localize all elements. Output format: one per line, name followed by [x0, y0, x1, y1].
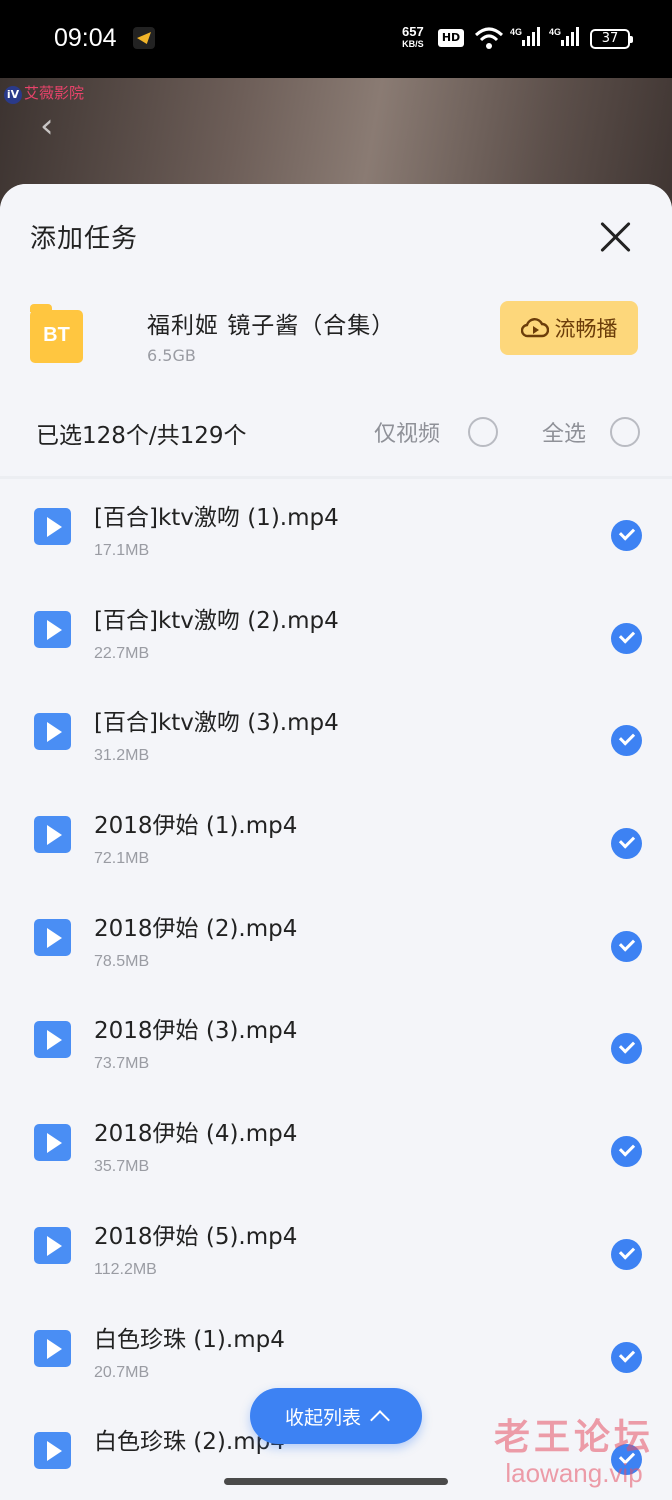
- sheet-title: 添加任务: [30, 224, 139, 254]
- task-name: 福利姬 镜子酱（合集）: [147, 313, 396, 339]
- checked-icon[interactable]: [611, 1341, 642, 1373]
- back-arrow-icon[interactable]: ‹: [40, 106, 54, 146]
- smooth-play-button[interactable]: 流畅播: [500, 301, 638, 355]
- video-file-icon: [34, 508, 71, 545]
- watermark-url: laowang.vip: [505, 1458, 643, 1488]
- file-size: 35.7MB: [94, 1158, 150, 1176]
- file-row[interactable]: [百合]ktv激吻 (1).mp4 17.1MB: [0, 482, 672, 585]
- cellular-signal-icon-2: 4G: [549, 26, 581, 52]
- checked-icon[interactable]: [611, 930, 642, 962]
- file-size: 22.7MB: [94, 644, 150, 662]
- file-size: 17.1MB: [94, 542, 150, 559]
- battery-icon: 37: [590, 29, 633, 49]
- checked-icon[interactable]: [611, 1033, 642, 1065]
- video-file-icon: [34, 1432, 71, 1470]
- video-file-icon: [34, 610, 71, 648]
- video-file-icon: [34, 918, 71, 956]
- file-name: 2018伊始 (4).mp4: [94, 1121, 298, 1148]
- smooth-play-label: 流畅播: [554, 317, 618, 341]
- close-icon[interactable]: [598, 220, 632, 254]
- video-file-icon: [34, 816, 71, 854]
- file-row[interactable]: 2018伊始 (2).mp4 78.5MB: [0, 893, 672, 996]
- file-name: 2018伊始 (1).mp4: [94, 813, 298, 840]
- status-time: 09:04: [54, 24, 117, 52]
- watermark: 老王论坛 laowang.vip: [484, 1408, 664, 1489]
- header-divider: [0, 476, 672, 479]
- signal-1-label: 4G: [510, 27, 522, 37]
- video-file-icon: [34, 1021, 71, 1059]
- file-size: 112.2MB: [94, 1260, 157, 1278]
- file-row[interactable]: 2018伊始 (4).mp4 35.7MB: [0, 1098, 672, 1201]
- bt-folder-icon: BT: [30, 304, 83, 363]
- file-name: 2018伊始 (5).mp4: [94, 1223, 298, 1250]
- watermark-text: 老王论坛: [493, 1416, 654, 1458]
- video-only-label[interactable]: 仅视频: [374, 416, 440, 448]
- file-row[interactable]: 2018伊始 (5).mp4 112.2MB: [0, 1201, 672, 1304]
- notification-app-icon: [133, 27, 155, 49]
- status-bar: 09:04 657 KB/S HD 4G 4G 37: [0, 0, 672, 78]
- file-size: 20.7MB: [94, 1363, 150, 1381]
- file-row[interactable]: [百合]ktv激吻 (3).mp4 31.2MB: [0, 687, 672, 790]
- file-name: [百合]ktv激吻 (2).mp4: [94, 607, 339, 634]
- network-speed-value: 657: [402, 24, 424, 39]
- task-size: 6.5GB: [147, 346, 196, 365]
- file-row[interactable]: [百合]ktv激吻 (2).mp4 22.7MB: [0, 585, 672, 688]
- checked-icon[interactable]: [611, 828, 642, 860]
- file-name: 2018伊始 (2).mp4: [94, 915, 298, 942]
- file-row[interactable]: 2018伊始 (3).mp4 73.7MB: [0, 995, 672, 1098]
- file-name: [百合]ktv激吻 (3).mp4: [94, 710, 339, 737]
- chevron-up-icon: [370, 1410, 390, 1430]
- hd-voice-icon: HD: [438, 29, 464, 47]
- video-file-icon: [34, 1226, 71, 1264]
- select-all-label[interactable]: 全选: [542, 416, 586, 448]
- file-name: [百合]ktv激吻 (1).mp4: [94, 505, 339, 531]
- sheet-header: 添加任务 BT 福利姬 镜子酱（合集） 6.5GB 流畅播 已选128个/共12…: [0, 184, 672, 478]
- network-speed-unit: KB/S: [402, 39, 424, 49]
- file-size: 72.1MB: [94, 850, 150, 868]
- file-size: 73.7MB: [94, 1055, 150, 1073]
- home-indicator[interactable]: [224, 1478, 448, 1485]
- file-row[interactable]: 2018伊始 (1).mp4 72.1MB: [0, 790, 672, 893]
- checked-icon[interactable]: [611, 725, 642, 757]
- checked-icon[interactable]: [611, 1238, 642, 1270]
- site-logo-text: 艾薇影院: [24, 84, 85, 102]
- site-logo: iV 艾薇影院: [4, 82, 84, 104]
- video-file-icon: [34, 713, 71, 751]
- collapse-list-label: 收起列表: [284, 1406, 361, 1429]
- signal-2-label: 4G: [549, 27, 561, 37]
- video-file-icon: [34, 1329, 71, 1367]
- selection-count: 已选128个/共129个: [36, 423, 247, 449]
- collapse-list-button[interactable]: 收起列表: [250, 1388, 422, 1444]
- checked-icon[interactable]: [611, 1136, 642, 1168]
- network-speed: 657 KB/S: [402, 24, 424, 50]
- file-size: 78.5MB: [94, 952, 150, 970]
- file-size: 31.2MB: [94, 747, 150, 765]
- video-file-icon: [34, 1124, 71, 1162]
- video-only-radio[interactable]: [468, 417, 498, 447]
- bt-icon-label: BT: [43, 324, 70, 346]
- wifi-icon: [474, 27, 504, 49]
- file-name: 白色珍珠 (1).mp4: [94, 1326, 285, 1353]
- checked-icon[interactable]: [611, 622, 642, 654]
- file-list: [百合]ktv激吻 (1).mp4 17.1MB [百合]ktv激吻 (2).mp4…: [0, 482, 672, 1500]
- add-task-sheet: 添加任务 BT 福利姬 镜子酱（合集） 6.5GB 流畅播 已选128个/共12…: [0, 184, 672, 1500]
- site-logo-badge: iV: [4, 86, 22, 104]
- checked-icon[interactable]: [611, 520, 642, 551]
- file-name: 2018伊始 (3).mp4: [94, 1018, 298, 1045]
- cloud-play-icon: [520, 318, 549, 338]
- cellular-signal-icon-1: 4G: [510, 26, 542, 52]
- select-all-radio[interactable]: [610, 417, 640, 447]
